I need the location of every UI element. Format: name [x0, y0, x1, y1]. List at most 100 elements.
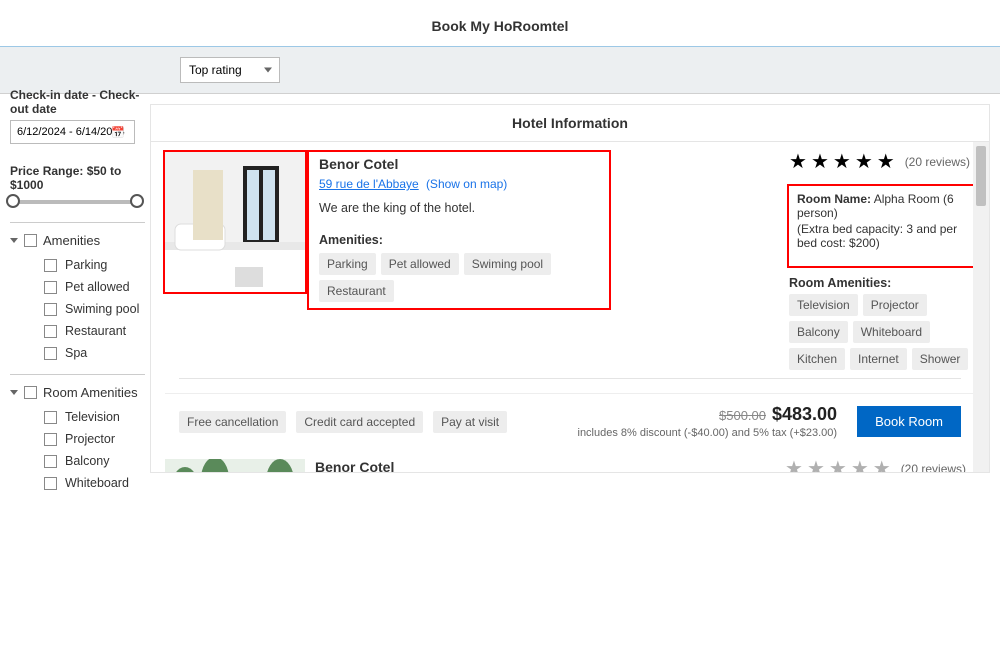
- date-label: Check-in date - Check-out date: [10, 88, 145, 116]
- hotel-name: Benor Cotel: [319, 156, 603, 172]
- star-icon: ★: [877, 152, 895, 172]
- checkbox[interactable]: [44, 411, 57, 424]
- amenities-label: Amenities:: [319, 233, 603, 247]
- rating: ★ ★ ★ ★ ★ (20 reviews): [785, 459, 975, 472]
- amenity-tag: Parking: [319, 253, 376, 275]
- hotel-room-col: ★★★★★(20 reviews) Room Name: Alpha Room …: [609, 152, 975, 370]
- facet-item[interactable]: Spa: [10, 342, 145, 364]
- room-amenity-tag: Projector: [863, 294, 927, 316]
- scrollbar[interactable]: [973, 142, 989, 472]
- sort-select[interactable]: Top rating: [180, 57, 280, 83]
- card-footer: Free cancellationCredit card acceptedPay…: [165, 393, 975, 449]
- price-block: $500.00$483.00 includes 8% discount (-$4…: [578, 404, 838, 439]
- old-price: $500.00: [719, 408, 766, 423]
- chevron-down-icon: [10, 238, 18, 243]
- hotel-room-col: ★★★★★(20 reviews) Room Name: Beta Room (…: [605, 459, 975, 472]
- star-icon: ★: [855, 152, 873, 172]
- price-slider[interactable]: [10, 200, 140, 204]
- star-icon: ★: [873, 459, 891, 472]
- facet-header-amenities[interactable]: Amenities: [10, 233, 145, 248]
- facet-item-label: Swiming pool: [65, 302, 139, 316]
- facet-item-label: Balcony: [65, 454, 109, 468]
- slider-max-thumb[interactable]: [130, 194, 144, 208]
- amenity-tag: Swiming pool: [464, 253, 551, 275]
- facet-item[interactable]: Television: [10, 406, 145, 428]
- amenity-tag: Pet allowed: [381, 253, 459, 275]
- hotel-summary: Benor Cotel 59 rue de l'Abbaye (Show on …: [305, 459, 605, 472]
- rating: ★★★★★(20 reviews): [789, 152, 975, 172]
- room-amenity-tag: Television: [789, 294, 858, 316]
- facet-item[interactable]: Balcony: [10, 450, 145, 472]
- facet-item[interactable]: Restaurant: [10, 320, 145, 342]
- checkbox-room-amenities-all[interactable]: [24, 386, 37, 399]
- facet-item[interactable]: Projector: [10, 428, 145, 450]
- star-icon: ★: [789, 152, 807, 172]
- policy-tag: Free cancellation: [179, 411, 286, 433]
- room-amenity-tag: Internet: [850, 348, 907, 370]
- facet-item-label: Pet allowed: [65, 280, 130, 294]
- star-icon: ★: [851, 459, 869, 472]
- facet-item-label: Whiteboard: [65, 476, 129, 490]
- amenity-tag: Restaurant: [319, 280, 394, 302]
- checkbox[interactable]: [44, 347, 57, 360]
- star-icon: ★: [807, 459, 825, 472]
- room-amenity-tag: Shower: [912, 348, 969, 370]
- chevron-down-icon: [10, 390, 18, 395]
- facet-amenities: Amenities Parking Pet allowed Swiming pool…: [10, 233, 145, 364]
- hotel-card: Benor Cotel 59 rue de l'Abbaye (Show on …: [151, 142, 989, 449]
- checkbox-amenities-all[interactable]: [24, 234, 37, 247]
- room-amenities-label: Room Amenities:: [789, 276, 975, 290]
- amenities-tags: ParkingPet allowedSwiming pool Restaurant: [319, 253, 603, 302]
- hotel-card: Benor Cotel 59 rue de l'Abbaye (Show on …: [151, 449, 989, 472]
- scrollbar-thumb[interactable]: [976, 146, 986, 206]
- policy-tag: Pay at visit: [433, 411, 507, 433]
- room-info: Room Name: Alpha Room (6 person) (Extra …: [789, 186, 975, 266]
- review-count: (20 reviews): [905, 155, 970, 169]
- hotel-thumbnail[interactable]: [165, 152, 305, 292]
- star-icon: ★: [811, 152, 829, 172]
- facet-header-room-amenities[interactable]: Room Amenities: [10, 385, 145, 400]
- star-icon: ★: [829, 459, 847, 472]
- checkbox[interactable]: [44, 259, 57, 272]
- hotel-motto: We are the king of the hotel.: [319, 201, 603, 215]
- facet-item[interactable]: Whiteboard: [10, 472, 145, 494]
- date-input[interactable]: [10, 120, 135, 144]
- price-sub: includes 8% discount (-$40.00) and 5% ta…: [578, 427, 838, 439]
- checkbox[interactable]: [44, 325, 57, 338]
- review-count: (20 reviews): [901, 462, 966, 472]
- room-amenity-tag: Kitchen: [789, 348, 845, 370]
- checkbox[interactable]: [44, 433, 57, 446]
- checkbox[interactable]: [44, 303, 57, 316]
- facet-room-amenities: Room Amenities Television Projector Balcon…: [10, 385, 145, 494]
- facet-item-label: Projector: [65, 432, 115, 446]
- star-icon: ★: [785, 459, 803, 472]
- book-room-button[interactable]: Book Room: [857, 406, 961, 437]
- facet-item-label: Spa: [65, 346, 87, 360]
- slider-min-thumb[interactable]: [6, 194, 20, 208]
- policies: Free cancellationCredit card acceptedPay…: [179, 411, 507, 433]
- facet-item[interactable]: Pet allowed: [10, 276, 145, 298]
- extra-bed-info: (Extra bed capacity: 3 and per bed cost:…: [797, 222, 967, 250]
- facet-title: Room Amenities: [43, 385, 138, 400]
- results: Benor Cotel 59 rue de l'Abbaye (Show on …: [150, 141, 990, 473]
- facet-item-label: Television: [65, 410, 120, 424]
- room-amenity-tag: Balcony: [789, 321, 848, 343]
- sidebar: Check-in date - Check-out date 📅 Price R…: [0, 80, 155, 504]
- hotel-name: Benor Cotel: [315, 459, 599, 472]
- hotel-address-link[interactable]: 59 rue de l'Abbaye: [319, 177, 419, 191]
- room-name: Room Name: Alpha Room (6 person): [797, 192, 967, 220]
- hotel-summary: Benor Cotel 59 rue de l'Abbaye (Show on …: [309, 152, 609, 308]
- room-amenities-tags: TelevisionProjectorBalconyWhiteboardKitc…: [789, 294, 975, 370]
- checkbox[interactable]: [44, 281, 57, 294]
- facet-item[interactable]: Parking: [10, 254, 145, 276]
- show-on-map-link[interactable]: (Show on map): [426, 177, 507, 191]
- hotel-thumbnail[interactable]: [165, 459, 305, 472]
- facet-item-label: Restaurant: [65, 324, 126, 338]
- facet-item[interactable]: Swiming pool: [10, 298, 145, 320]
- checkbox[interactable]: [44, 455, 57, 468]
- checkbox[interactable]: [44, 477, 57, 490]
- star-icon: ★: [833, 152, 851, 172]
- section-header: Hotel Information: [150, 104, 990, 141]
- facet-title: Amenities: [43, 233, 100, 248]
- app-title: Book My HoRoomtel: [0, 0, 1000, 46]
